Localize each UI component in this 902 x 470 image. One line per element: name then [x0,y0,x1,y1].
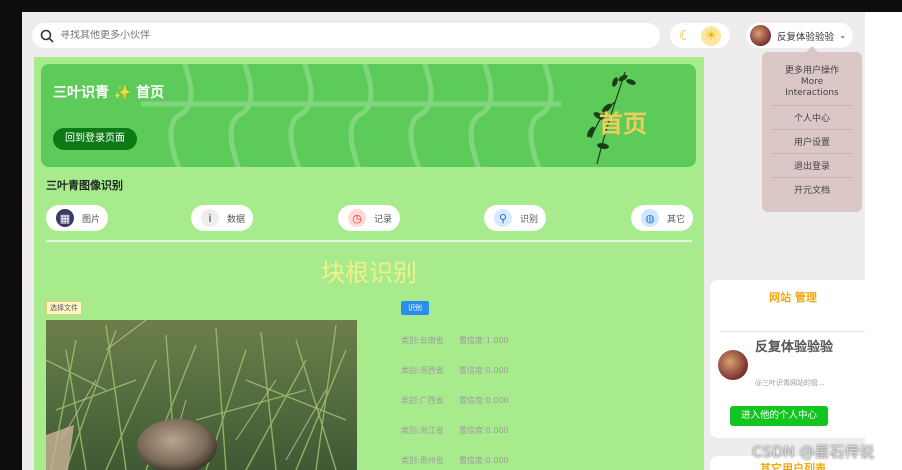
home-banner: 三叶识青 ✨ 首页 回到登录页面 首页 [41,64,696,167]
dropdown-item-logout[interactable]: 退出登录 [772,153,852,177]
banner-title: 三叶识青 ✨ 首页 [53,85,165,101]
category-recognize-button[interactable]: ⚲ 识别 [484,205,547,231]
sun-icon[interactable]: ☀ [701,25,722,46]
banner-big-word: 首页 [599,110,647,138]
dropdown-item-docs[interactable]: 开元文档 [772,177,852,201]
section-title: 三叶青图像识别 [46,179,123,192]
watermark: CSDN @星石传说 [752,443,875,461]
result-list: 类别:云南省 置信度:1.000 类别:浙西省 置信度:0.000 类别:广西省… [401,325,539,470]
image-icon: ▦ [56,209,74,227]
user-dropdown: 更多用户操作 More Interactions 个人中心 用户设置 退出登录 … [762,46,862,212]
result-row: 类别:广西省 置信度:0.000 [401,395,509,405]
category-image-button[interactable]: ▦ 图片 [46,205,109,231]
result-row: 类别:贵州省 置信度:0.000 [401,455,509,465]
user-menu[interactable]: 反复体验验验 ⌄ [746,23,853,48]
back-to-login-button[interactable]: 回到登录页面 [53,128,137,150]
site-admin-card: 网站 管理 反复体验验验 @三叶识青网站的管... 进入他的个人中心 [710,280,865,438]
dropdown-header: 更多用户操作 More Interactions [784,66,839,98]
chevron-down-icon[interactable]: ⌄ [839,31,847,41]
search-input[interactable] [60,30,620,41]
result-row: 类别:浙江省 置信度:0.000 [401,425,509,435]
search-icon: ⚲ [494,209,512,227]
divider [720,331,865,332]
choose-file-button[interactable]: 选择文件 [46,301,82,315]
theme-switch[interactable]: ☾ ☀ [670,23,730,48]
recognize-button[interactable]: 识别 [401,301,429,315]
enter-profile-button[interactable]: 进入他的个人中心 [730,406,828,426]
category-other-button[interactable]: ◍ 其它 [631,205,694,231]
result-row: 类别:浙西省 置信度:0.000 [401,365,509,375]
admin-avatar [718,350,748,380]
dropdown-item-settings[interactable]: 用户设置 [772,129,852,153]
category-record-button[interactable]: ◷ 记录 [338,205,401,231]
avatar [750,25,771,46]
search-bar[interactable] [32,23,660,48]
app-window: ☾ ☀ 反复体验验验 ⌄ 更多用户操作 More Interactions 个人… [22,12,865,470]
globe-icon: ◍ [641,209,659,227]
dropdown-item-profile[interactable]: 个人中心 [772,105,852,129]
data-icon: ⅰ [201,209,219,227]
admin-name: 反复体验验验 [755,340,834,355]
result-row: 类别:云南省 置信度:1.000 [401,335,509,345]
username: 反复体验验验 [777,31,835,43]
clock-icon: ◷ [348,209,366,227]
admin-desc: @三叶识青网站的管... [755,379,825,387]
uploaded-photo [46,320,357,470]
category-data-button[interactable]: ⅰ 数据 [191,205,254,231]
main-content: 三叶识青 ✨ 首页 回到登录页面 首页 三叶青图像识别 ▦ 图片 ⅰ 数据 ◷ … [34,57,704,470]
site-admin-title: 网站 管理 [769,291,817,304]
divider [46,240,692,242]
recognition-title: 块根识别 [321,259,417,287]
moon-icon[interactable]: ☾ [679,29,692,43]
search-icon [40,29,54,43]
right-margin [865,12,902,470]
